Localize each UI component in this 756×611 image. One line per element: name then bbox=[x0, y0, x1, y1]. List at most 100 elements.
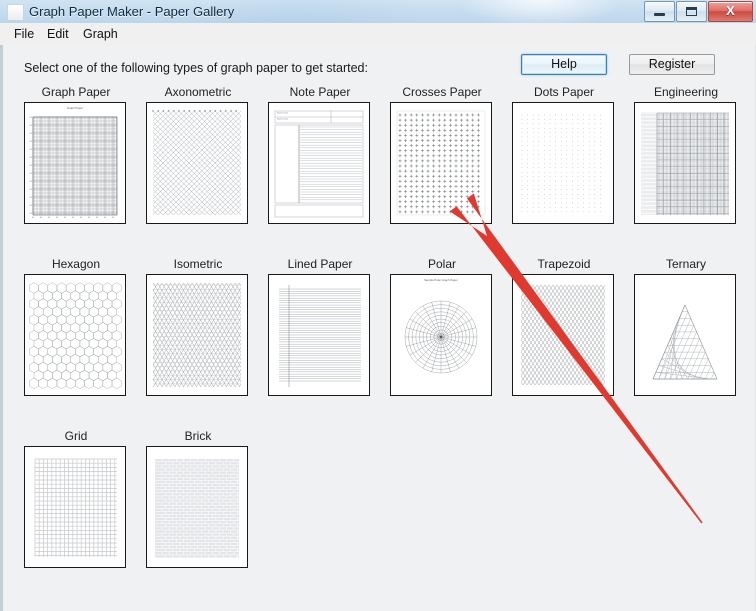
paper-preview bbox=[635, 103, 735, 223]
paper-thumbnail-note[interactable]: Name Date Name Date bbox=[268, 102, 370, 224]
menu-item-graph[interactable]: Graph bbox=[76, 26, 125, 43]
gallery-item-label: Grid bbox=[24, 429, 128, 443]
gallery-item-trapezoid[interactable]: Trapezoid bbox=[512, 257, 616, 399]
gallery-item-graph[interactable]: Graph Paper00000000000000000000000000000… bbox=[24, 85, 128, 227]
gallery-item-crosses[interactable]: Crosses Paper bbox=[390, 85, 494, 227]
gallery-item-label: Axonometric bbox=[146, 85, 250, 99]
paper-preview bbox=[147, 447, 247, 567]
maximize-icon bbox=[686, 7, 697, 16]
svg-text:00: 00 bbox=[30, 157, 33, 159]
gallery-item-label: Dots Paper bbox=[512, 85, 616, 99]
gallery-item-label: Isometric bbox=[146, 257, 250, 271]
svg-text:00: 00 bbox=[30, 189, 33, 191]
minimize-icon bbox=[654, 13, 665, 16]
paper-thumbnail-polar[interactable]: Sample Polar Graph Paper bbox=[390, 274, 492, 396]
svg-text:00: 00 bbox=[64, 217, 67, 219]
gallery-item-polar[interactable]: Polar Sample Polar Graph Paper bbox=[390, 257, 494, 399]
paper-thumbnail-lined[interactable] bbox=[268, 274, 370, 396]
paper-preview bbox=[391, 103, 491, 223]
gallery-item-label: Lined Paper bbox=[268, 257, 372, 271]
gallery-item-isometric[interactable]: Isometric bbox=[146, 257, 250, 399]
window-controls: X bbox=[644, 1, 753, 21]
svg-text:00: 00 bbox=[30, 173, 33, 175]
paper-preview-title: Sample Polar Graph Paper bbox=[391, 279, 491, 282]
title-bar: Graph Paper Maker - Paper Gallery X bbox=[0, 0, 756, 24]
instruction-text: Select one of the following types of gra… bbox=[24, 61, 368, 75]
application-window: Graph Paper Maker - Paper Gallery X File… bbox=[0, 0, 756, 611]
app-icon bbox=[7, 4, 24, 21]
svg-text:00: 00 bbox=[56, 217, 59, 219]
gallery-item-label: Polar bbox=[390, 257, 494, 271]
gallery-item-label: Crosses Paper bbox=[390, 85, 494, 99]
svg-text:Name Date: Name Date bbox=[277, 118, 289, 121]
paper-preview bbox=[269, 275, 369, 395]
svg-text:00: 00 bbox=[112, 217, 115, 219]
svg-text:00: 00 bbox=[30, 181, 33, 183]
paper-preview-title: Graph Paper bbox=[25, 107, 125, 110]
svg-text:00: 00 bbox=[30, 205, 33, 207]
paper-thumbnail-crosses[interactable] bbox=[390, 102, 492, 224]
svg-text:00: 00 bbox=[72, 217, 75, 219]
gallery-item-dots[interactable]: Dots Paper bbox=[512, 85, 616, 227]
paper-preview bbox=[147, 103, 247, 223]
menu-item-edit[interactable]: Edit bbox=[40, 26, 76, 43]
register-button[interactable]: Register bbox=[629, 54, 715, 75]
svg-text:00: 00 bbox=[40, 217, 43, 219]
paper-preview: Sample Polar Graph Paper bbox=[391, 275, 491, 395]
svg-text:00: 00 bbox=[30, 165, 33, 167]
paper-preview bbox=[513, 275, 613, 395]
svg-text:00: 00 bbox=[30, 133, 33, 135]
paper-preview bbox=[25, 275, 125, 395]
paper-preview: Name Date Name Date bbox=[269, 103, 369, 223]
paper-thumbnail-hexagon[interactable] bbox=[24, 274, 126, 396]
paper-thumbnail-ternary[interactable] bbox=[634, 274, 736, 396]
svg-text:00: 00 bbox=[30, 213, 33, 215]
paper-preview bbox=[147, 275, 247, 395]
gallery-item-note[interactable]: Note PaperName DateName Date bbox=[268, 85, 372, 227]
gallery-item-label: Ternary bbox=[634, 257, 738, 271]
close-button[interactable]: X bbox=[708, 1, 753, 22]
gallery-item-lined[interactable]: Lined Paper bbox=[268, 257, 372, 399]
help-button[interactable]: Help bbox=[521, 54, 607, 75]
svg-text:00: 00 bbox=[96, 217, 99, 219]
window-title: Graph Paper Maker - Paper Gallery bbox=[29, 3, 234, 21]
gallery-item-engineering[interactable]: Engineering bbox=[634, 85, 738, 227]
svg-text:Name Date: Name Date bbox=[277, 112, 289, 115]
gallery-item-axonometric[interactable]: Axonometric bbox=[146, 85, 250, 227]
minimize-button[interactable] bbox=[644, 1, 675, 22]
svg-text:00: 00 bbox=[30, 141, 33, 143]
paper-thumbnail-dots[interactable] bbox=[512, 102, 614, 224]
paper-thumbnail-brick[interactable] bbox=[146, 446, 248, 568]
close-icon: X bbox=[709, 2, 752, 21]
gallery-item-label: Graph Paper bbox=[24, 85, 128, 99]
paper-thumbnail-axonometric[interactable] bbox=[146, 102, 248, 224]
svg-text:00: 00 bbox=[80, 217, 83, 219]
svg-text:00: 00 bbox=[48, 217, 51, 219]
gallery-item-label: Trapezoid bbox=[512, 257, 616, 271]
gallery-item-grid[interactable]: Grid bbox=[24, 429, 128, 571]
gallery-item-label: Engineering bbox=[634, 85, 738, 99]
paper-preview: 00 00 00 00 00 00 00 00 00 00 00 00 00 00 00 00 00 00 00 00… bbox=[25, 103, 125, 223]
paper-thumbnail-trapezoid[interactable] bbox=[512, 274, 614, 396]
svg-text:00: 00 bbox=[30, 197, 33, 199]
svg-text:00: 00 bbox=[32, 217, 35, 219]
svg-text:00: 00 bbox=[30, 125, 33, 127]
paper-thumbnail-engineering[interactable] bbox=[634, 102, 736, 224]
paper-preview bbox=[25, 447, 125, 567]
paper-thumbnail-graph[interactable]: 00 00 00 00 00 00 00 00 00 00 00 00 00 00 00 00 00 00 00 00… bbox=[24, 102, 126, 224]
menu-bar: File Edit Graph bbox=[0, 23, 756, 46]
maximize-button[interactable] bbox=[676, 1, 707, 22]
gallery-item-hexagon[interactable]: Hexagon bbox=[24, 257, 128, 399]
gallery-item-ternary[interactable]: Ternary bbox=[634, 257, 738, 399]
gallery-item-label: Hexagon bbox=[24, 257, 128, 271]
paper-preview bbox=[513, 103, 613, 223]
svg-text:00: 00 bbox=[30, 149, 33, 151]
menu-item-file[interactable]: File bbox=[7, 26, 41, 43]
gallery-item-label: Brick bbox=[146, 429, 250, 443]
svg-text:00: 00 bbox=[30, 117, 33, 119]
paper-thumbnail-grid[interactable] bbox=[24, 446, 126, 568]
paper-preview bbox=[635, 275, 735, 395]
paper-thumbnail-isometric[interactable] bbox=[146, 274, 248, 396]
gallery-item-brick[interactable]: Brick bbox=[146, 429, 250, 571]
svg-text:00: 00 bbox=[88, 217, 91, 219]
